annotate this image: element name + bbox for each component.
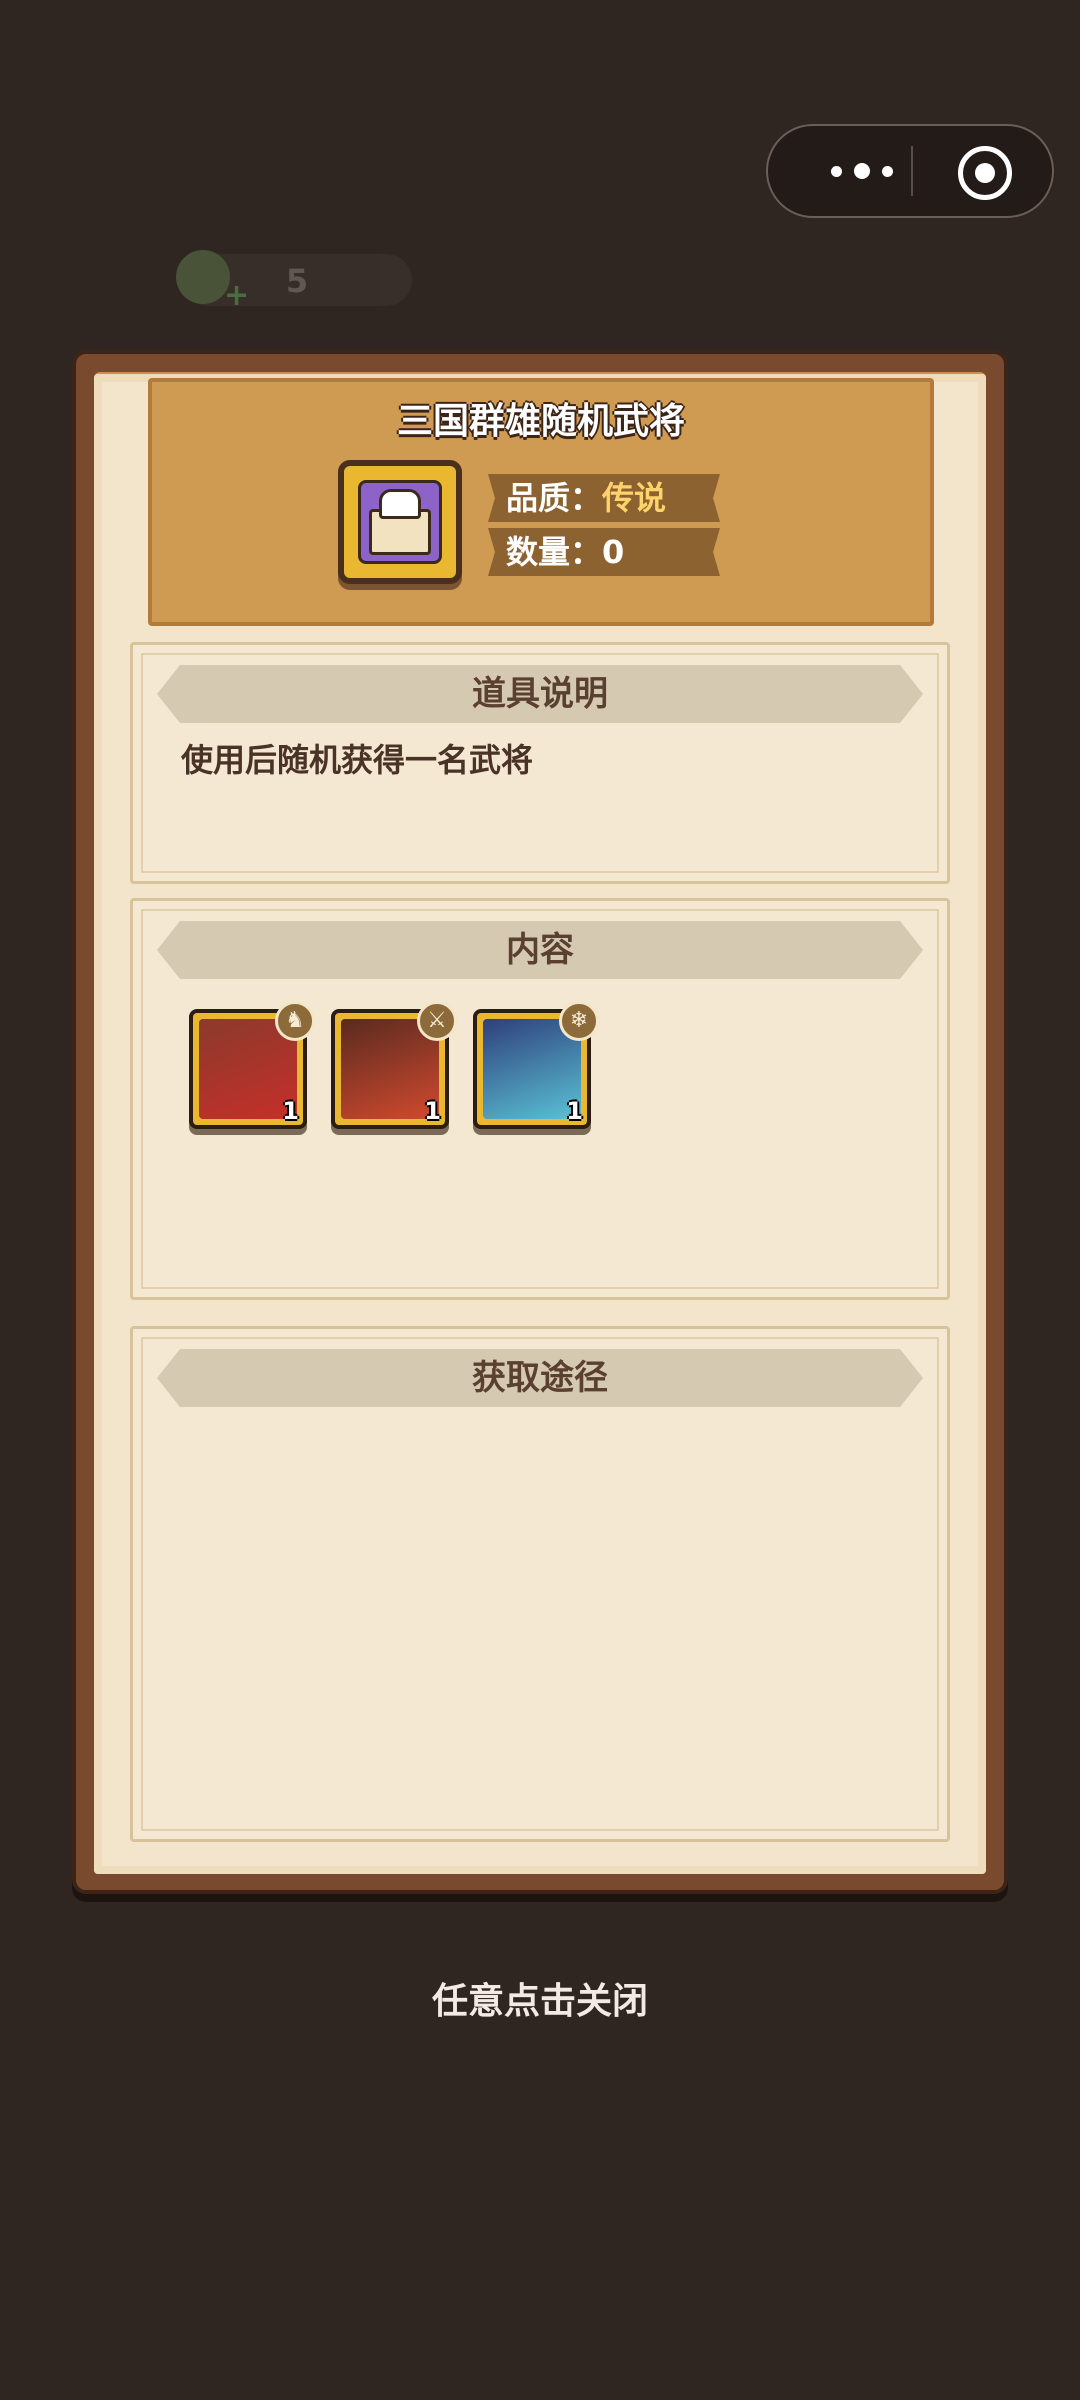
description-text: 使用后随机获得一名武将: [181, 741, 534, 779]
hero-card[interactable]: ❄ 1: [473, 1001, 599, 1129]
hero-count: 1: [282, 1097, 299, 1125]
tap-to-close-hint[interactable]: 任意点击关闭: [0, 1972, 1080, 2024]
currency-value: 5: [285, 262, 309, 300]
capsule-divider: [911, 146, 913, 196]
count-tag: 数量：0: [488, 528, 720, 576]
sources-section: 获取途径: [130, 1326, 950, 1842]
more-dots-icon[interactable]: [812, 126, 912, 216]
blade-icon: ⚔: [417, 1001, 457, 1041]
description-section: 道具说明 使用后随机获得一名武将: [130, 642, 950, 884]
quality-label: 品质：: [506, 479, 603, 517]
quality-value: 传说: [602, 479, 667, 517]
count-label: 数量：: [506, 533, 603, 571]
horse-icon: ♞: [275, 1001, 315, 1041]
hero-card[interactable]: ⚔ 1: [331, 1001, 457, 1129]
target-circle-icon[interactable]: [958, 146, 1012, 200]
sources-title: 获取途径: [157, 1349, 923, 1407]
item-title: 三国群雄随机武将: [396, 401, 685, 442]
quality-tag: 品质：传说: [488, 474, 720, 522]
count-value: 0: [602, 533, 625, 571]
snowflake-icon: ❄: [559, 1001, 599, 1041]
contents-title: 内容: [157, 921, 923, 979]
hero-count: 1: [424, 1097, 441, 1125]
hero-count: 1: [566, 1097, 583, 1125]
description-title: 道具说明: [157, 665, 923, 723]
mini-program-capsule: [766, 124, 1054, 218]
chest-icon: [338, 460, 462, 584]
contents-section: 内容 ♞ 1 ⚔ 1 ❄ 1: [130, 898, 950, 1300]
hero-card[interactable]: ♞ 1: [189, 1001, 315, 1129]
currency-pill: + 5: [176, 250, 412, 313]
